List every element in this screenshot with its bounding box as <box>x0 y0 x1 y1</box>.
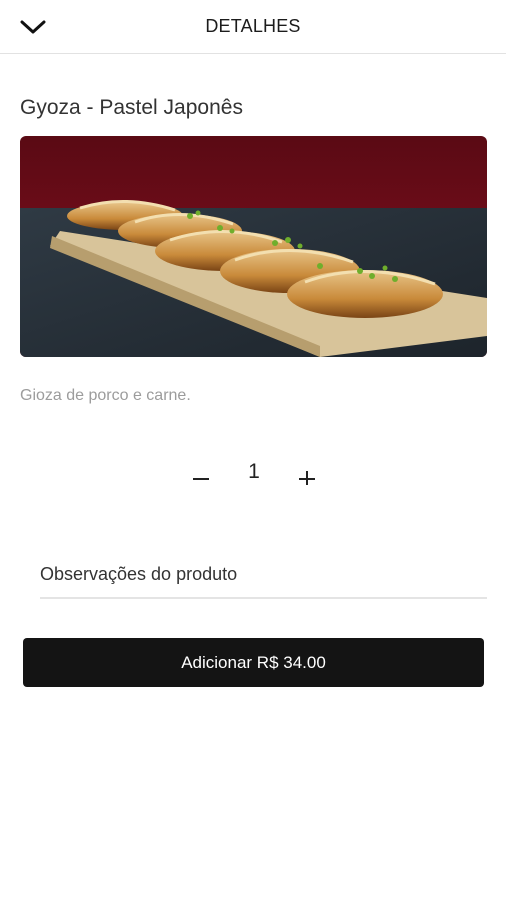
minus-icon <box>193 478 209 480</box>
product-name: Gyoza - Pastel Japonês <box>20 96 243 119</box>
decrease-quantity-button[interactable] <box>186 460 216 490</box>
quantity-stepper: 1 <box>0 456 506 496</box>
plus-icon <box>299 471 315 485</box>
product-description: Gioza de porco e carne. <box>20 387 191 404</box>
product-image <box>20 136 487 357</box>
quantity-value: 1 <box>248 460 260 483</box>
add-to-cart-button[interactable]: Adicionar R$ 34.00 <box>23 638 484 687</box>
page-title: DETALHES <box>205 16 301 36</box>
top-bar: DETALHES <box>0 0 506 54</box>
increase-quantity-button[interactable] <box>292 460 322 490</box>
observations-input[interactable] <box>40 551 487 599</box>
